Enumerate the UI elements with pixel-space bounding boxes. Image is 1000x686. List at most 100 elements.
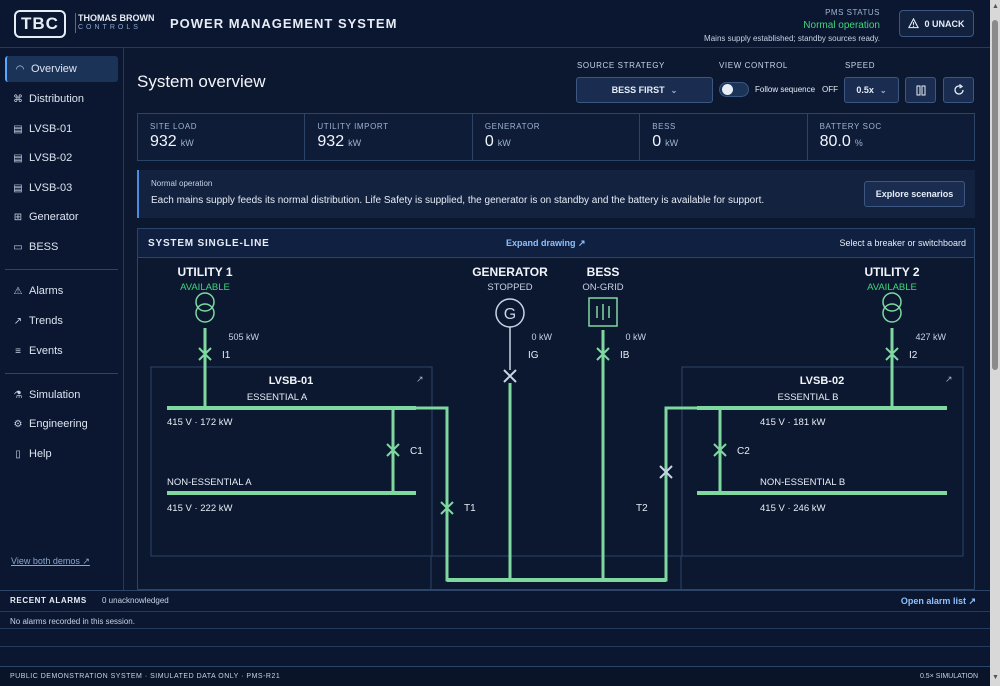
sidebar-item-label: Alarms xyxy=(29,285,64,297)
follow-sequence-state: OFF xyxy=(822,85,838,94)
tie-t1-line xyxy=(416,406,697,582)
switchboard-icon: ▤ xyxy=(13,182,23,194)
simulation-speed-indicator: 0.5× SIMULATION xyxy=(919,673,978,680)
flask-icon: ⚗ xyxy=(13,389,23,401)
alarm-empty-row: No alarms recorded in this session. xyxy=(0,611,990,629)
open-alarm-list-link[interactable]: Open alarm list ↗ xyxy=(901,596,976,607)
speed-select[interactable]: 0.5x ⌄ xyxy=(844,77,899,103)
sidebar-item-lvsb-03[interactable]: ▤ LVSB-03 xyxy=(5,175,118,201)
sidebar-item-lvsb-02[interactable]: ▤ LVSB-02 xyxy=(5,145,118,171)
battery-icon: ▭ xyxy=(13,241,23,253)
non-essential-b-value: 415 V · 246 kW xyxy=(760,503,826,514)
unack-alarms-button[interactable]: 0 UNACK xyxy=(899,10,974,37)
switchboard-icon: ▤ xyxy=(13,152,23,164)
scrollbar-thumb[interactable] xyxy=(992,20,998,370)
scroll-up-icon[interactable]: ▲ xyxy=(992,3,999,10)
book-icon: ▯ xyxy=(15,448,21,460)
sidebar-item-label: Generator xyxy=(29,211,79,223)
sidebar-item-label: Simulation xyxy=(29,389,81,401)
non-essential-a-label: NON-ESSENTIAL A xyxy=(167,477,252,488)
sidebar-item-bess[interactable]: ▭ BESS xyxy=(5,234,118,260)
metric-label: UTILITY IMPORT xyxy=(317,122,389,131)
breaker-c2-label: C2 xyxy=(737,446,750,457)
pms-status-description: Mains supply established; standby source… xyxy=(704,34,880,43)
app-title: POWER MANAGEMENT SYSTEM xyxy=(170,16,398,31)
source-strategy-label: SOURCE STRATEGY xyxy=(577,61,665,70)
recent-alarms-panel: RECENT ALARMS 0 unacknowledged Open alar… xyxy=(0,590,990,666)
metric-unit: kW xyxy=(180,138,194,148)
pms-status-value: Normal operation xyxy=(803,20,880,31)
switchboard-icon: ▤ xyxy=(13,123,23,135)
breaker-i2-label: I2 xyxy=(909,350,918,361)
view-demos-link[interactable]: View both demos ↗ xyxy=(11,556,90,567)
sidebar-item-distribution[interactable]: ⌘ Distribution xyxy=(5,86,118,112)
lvsb-01-name: LVSB-01 xyxy=(269,375,313,387)
generator-status: STOPPED xyxy=(487,282,532,293)
speed-label: SPEED xyxy=(845,61,876,70)
single-line-panel: SYSTEM SINGLE-LINE Expand drawing ↗ Sele… xyxy=(137,228,975,590)
breaker-i1-label: I1 xyxy=(222,350,231,361)
sidebar-item-label: LVSB-01 xyxy=(29,123,73,135)
bess-status: ON-GRID xyxy=(582,282,623,293)
metric-bess: BESS 0 kW xyxy=(640,114,808,160)
company-logo: TBC xyxy=(14,10,66,38)
sidebar-item-lvsb-01[interactable]: ▤ LVSB-01 xyxy=(5,116,118,142)
expand-drawing-link[interactable]: Expand drawing ↗ xyxy=(506,238,586,249)
warning-icon xyxy=(908,18,920,29)
pause-button[interactable] xyxy=(905,77,936,103)
sidebar-item-events[interactable]: ≡ Events xyxy=(5,338,118,364)
brand-line2: CONTROLS xyxy=(78,24,141,31)
speed-value: 0.5x xyxy=(856,85,874,95)
sidebar-item-label: Engineering xyxy=(29,418,88,430)
metric-value: 932 xyxy=(317,133,345,150)
chevron-down-icon: ⌄ xyxy=(879,85,887,95)
lvsb-01-expand-icon: ↗ xyxy=(416,374,424,384)
sidebar-item-simulation[interactable]: ⚗ Simulation xyxy=(5,382,118,408)
utility-2-status: AVAILABLE xyxy=(867,282,917,293)
metric-site-load: SITE LOAD 932 kW xyxy=(138,114,306,160)
breaker-t2-label: T2 xyxy=(636,503,648,514)
explore-scenarios-button[interactable]: Explore scenarios xyxy=(864,181,965,207)
lvsb-02-name: LVSB-02 xyxy=(800,375,844,387)
utility-1-status: AVAILABLE xyxy=(180,282,230,293)
breaker-ib-label: IB xyxy=(620,350,630,361)
non-essential-a-value: 415 V · 222 kW xyxy=(167,503,233,514)
footer: PUBLIC DEMONSTRATION SYSTEM · SIMULATED … xyxy=(0,666,990,686)
page-title: System overview xyxy=(137,72,266,91)
scroll-down-icon[interactable]: ▼ xyxy=(992,674,999,681)
follow-sequence-label: Follow sequence xyxy=(755,85,816,94)
transformer-utility-1-icon xyxy=(195,292,215,323)
sidebar-item-engineering[interactable]: ⚙ Engineering xyxy=(5,411,118,437)
bess-name: BESS xyxy=(587,265,620,279)
sidebar-item-help[interactable]: ▯ Help xyxy=(5,441,118,467)
gear-icon: ⚙ xyxy=(13,418,23,430)
metric-utility-import: UTILITY IMPORT 932 kW xyxy=(305,114,473,160)
sidebar-item-overview[interactable]: ◠ Overview xyxy=(5,56,118,82)
pause-icon xyxy=(916,85,925,95)
metric-unit: % xyxy=(854,138,863,148)
utility-1-power: 505 kW xyxy=(228,332,259,342)
metric-generator: GENERATOR 0 kW xyxy=(473,114,641,160)
breaker-t1-label: T1 xyxy=(464,503,476,514)
follow-sequence-toggle[interactable] xyxy=(719,82,749,97)
operation-notice: Normal operation Each mains supply feeds… xyxy=(137,170,975,218)
generator-symbol-letter: G xyxy=(504,306,516,323)
bess-power: 0 kW xyxy=(625,332,646,342)
sidebar-item-alarms[interactable]: ⚠ Alarms xyxy=(5,278,118,304)
sidebar-item-trends[interactable]: ↗ Trends xyxy=(5,308,118,334)
pms-status: PMS STATUS Normal operation Mains supply… xyxy=(704,6,880,45)
page-scrollbar[interactable]: ▲ ▼ xyxy=(990,0,1000,686)
generator-power: 0 kW xyxy=(531,332,552,342)
brand-line1: THOMAS BROWN xyxy=(78,13,155,23)
source-strategy-select[interactable]: BESS FIRST ⌄ xyxy=(576,77,713,103)
breaker-c1-label: C1 xyxy=(410,446,423,457)
pms-status-label: PMS STATUS xyxy=(825,8,880,17)
metric-label: GENERATOR xyxy=(484,122,541,131)
single-line-hint: Select a breaker or switchboard xyxy=(839,238,966,248)
metrics-strip: SITE LOAD 932 kW UTILITY IMPORT 932 kW GENER… xyxy=(137,113,975,161)
generator-name: GENERATOR xyxy=(472,265,548,279)
sidebar-item-generator[interactable]: ⊞ Generator xyxy=(5,204,118,230)
reset-button[interactable] xyxy=(943,77,974,103)
sidebar-item-label: Distribution xyxy=(29,93,85,105)
warning-icon: ⚠ xyxy=(13,285,23,297)
